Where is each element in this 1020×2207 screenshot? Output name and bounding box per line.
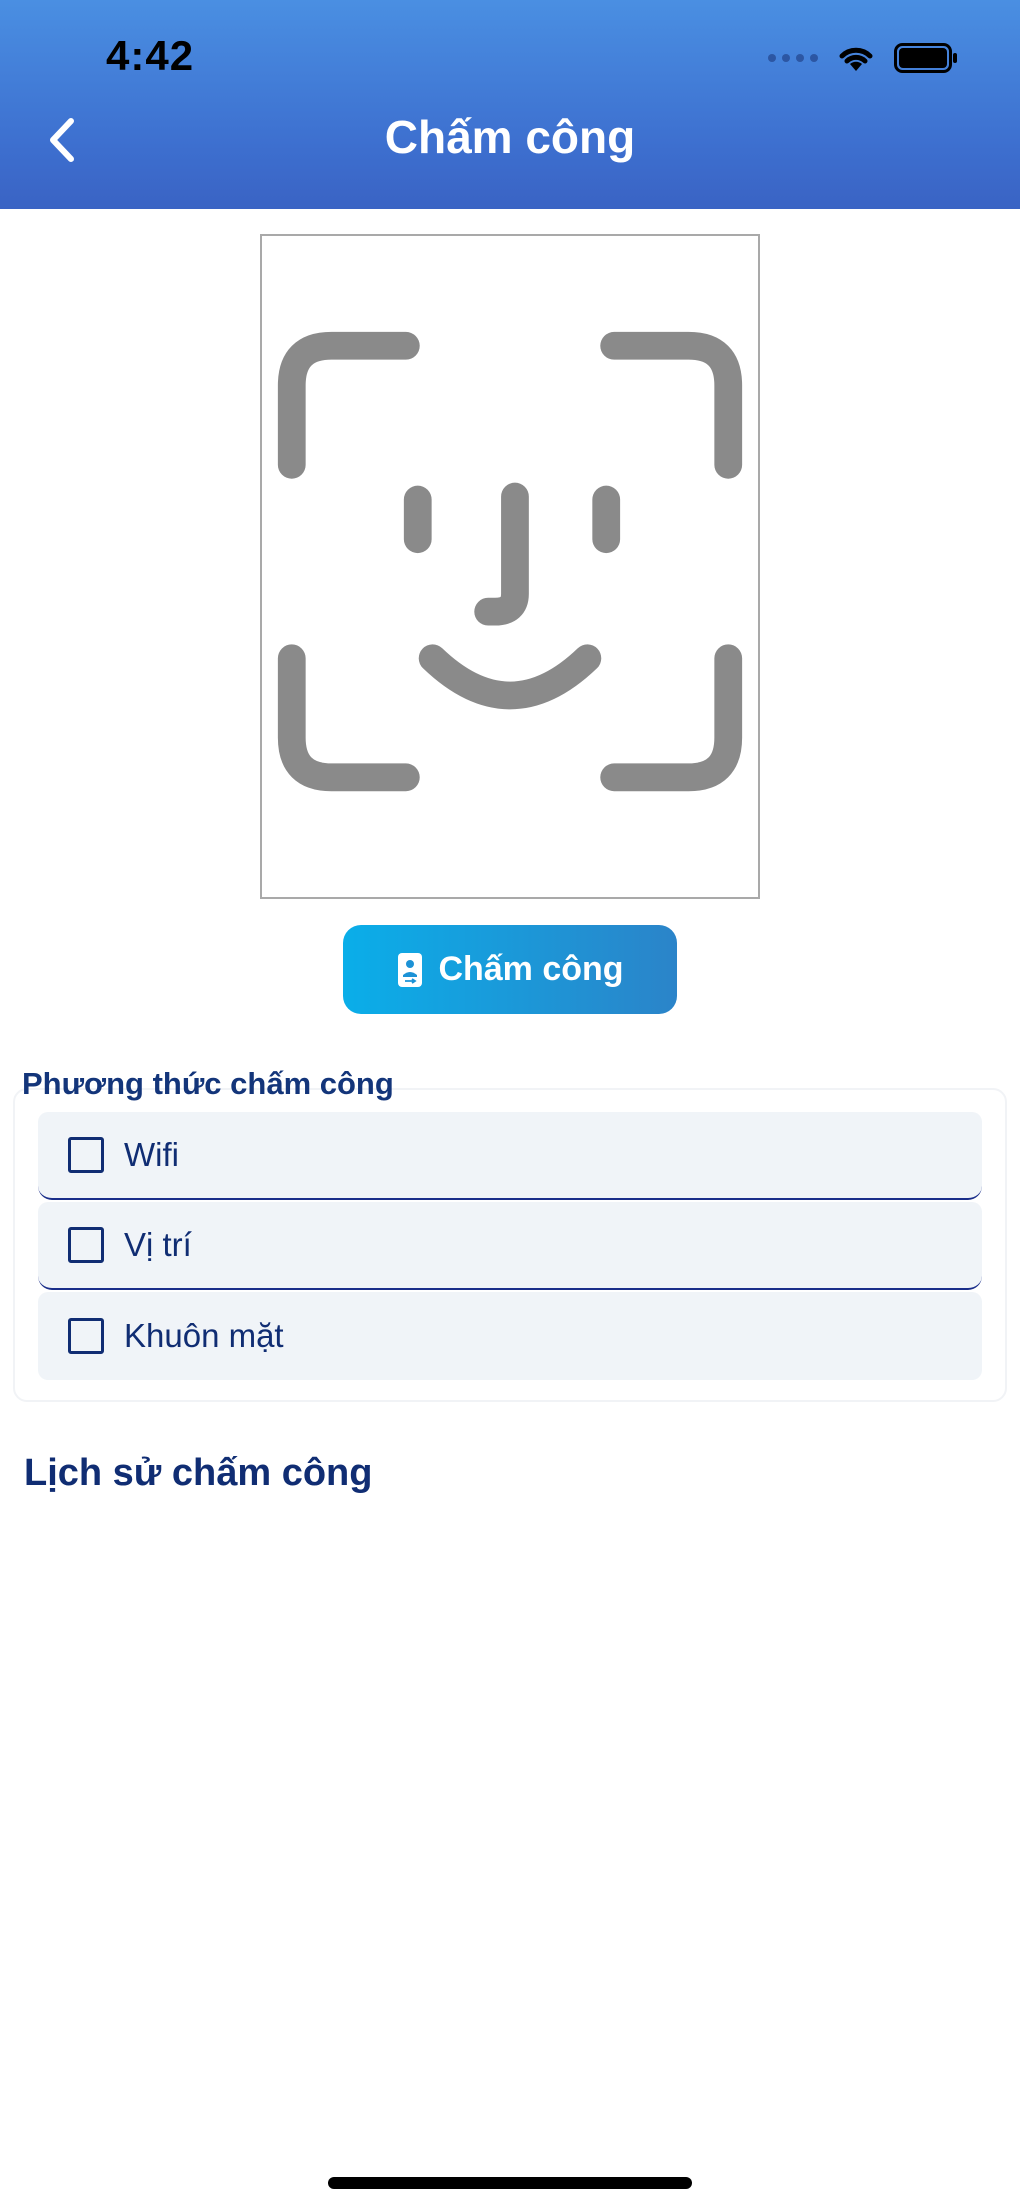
face-checkbox[interactable] [68,1318,104,1354]
phone-face-scan-icon [398,952,423,987]
checkin-button[interactable]: Chấm công [343,925,677,1014]
history-title: Lịch sử chấm công [24,1452,373,1494]
checkin-button-label: Chấm công [438,950,624,988]
wifi-icon [839,47,873,71]
method-item-location[interactable]: Vị trí [38,1202,982,1290]
app-header: 4:42 Chấm công [0,0,1020,209]
method-label-face: Khuôn mặt [124,1317,284,1354]
home-indicator [328,2177,692,2189]
status-icons [768,42,958,74]
method-label-wifi: Wifi [124,1136,179,1173]
status-time: 4:42 [106,32,195,79]
method-label-location: Vị trí [124,1226,192,1263]
face-id-icon [277,331,743,792]
methods-section-label: Phương thức chấm công [22,1066,394,1101]
cellular-signal-icon [768,54,818,62]
location-checkbox[interactable] [68,1227,104,1263]
page-title: Chấm công [384,111,636,163]
method-item-face[interactable]: Khuôn mặt [38,1292,982,1380]
method-item-wifi[interactable]: Wifi [38,1112,982,1200]
face-capture-frame [260,234,760,899]
wifi-checkbox[interactable] [68,1137,104,1173]
battery-icon [894,43,957,73]
